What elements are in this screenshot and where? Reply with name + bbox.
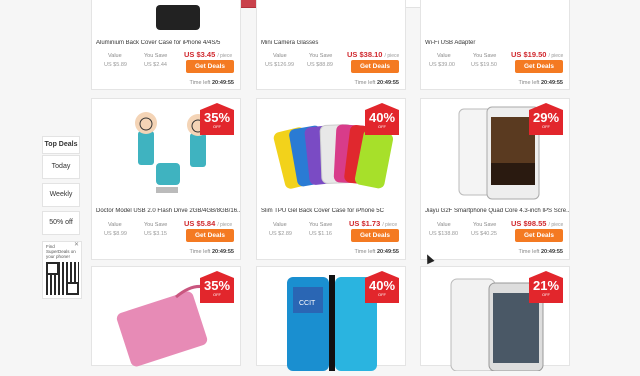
save-label: You Save xyxy=(144,53,168,59)
value-label: Value xyxy=(108,222,122,228)
qr-code xyxy=(46,262,79,295)
get-deals-button[interactable]: Get Deals xyxy=(351,229,399,242)
save-amount: US $40.25 xyxy=(471,231,497,237)
sidebar-item-weekly[interactable]: Weekly xyxy=(42,183,80,207)
time-left: Time left 20:49:55 xyxy=(189,249,234,255)
save-label: You Save xyxy=(144,222,168,228)
value-amount: US $8.99 xyxy=(104,231,127,237)
save-amount: US $88.89 xyxy=(307,62,333,68)
value-label: Value xyxy=(273,222,287,228)
deal-card[interactable]: CCIT 40% OFF xyxy=(256,266,406,371)
deal-price: US $98.55 / piece xyxy=(511,219,564,228)
value-label: Value xyxy=(108,53,122,59)
qr-promo-text: Find SuperDeals on your phone! xyxy=(46,244,76,259)
deal-card[interactable]: Wi-Fi USB Adapter Value You Save US $39.… xyxy=(420,0,570,90)
value-label: Value xyxy=(273,53,287,59)
get-deals-button[interactable]: Get Deals xyxy=(515,60,563,73)
deal-card[interactable]: 40% OFF Slim TPU Gel Back Cover Case for … xyxy=(256,98,406,260)
value-amount: US $126.99 xyxy=(265,62,295,68)
sidebar-item-today[interactable]: Today xyxy=(42,155,80,179)
value-amount: US $2.89 xyxy=(269,231,292,237)
deal-price: US $5.84 / piece xyxy=(184,219,233,228)
time-left: Time left 20:49:55 xyxy=(518,249,563,255)
value-amount: US $138.80 xyxy=(429,231,459,237)
time-left: Time left 20:49:55 xyxy=(354,249,399,255)
product-title[interactable]: Doctor Model USB 2.0 Flash Drive 2GB/4GB… xyxy=(96,208,240,214)
value-label: Value xyxy=(437,53,451,59)
sidebar-item-50-off[interactable]: 50% off xyxy=(42,211,80,235)
deal-card[interactable]: 35% OFF xyxy=(91,266,241,367)
value-label: Value xyxy=(437,222,451,228)
deal-card[interactable]: Aluminium Back Cover Case for iPhone 4/4… xyxy=(91,0,241,90)
save-label: You Save xyxy=(309,53,333,59)
get-deals-button[interactable]: Get Deals xyxy=(351,60,399,73)
time-left: Time left 20:49:55 xyxy=(189,80,234,86)
deal-price: US $19.50 / piece xyxy=(511,50,564,59)
save-amount: US $1.16 xyxy=(309,231,332,237)
deal-card[interactable]: 29% OFF Jiayu G2F Smartphone Quad Core 4.… xyxy=(420,98,570,260)
product-title[interactable]: Slim TPU Gel Back Cover Case for iPhone … xyxy=(261,208,405,214)
qr-promo: Find SuperDeals on your phone! ✕ xyxy=(42,241,82,299)
deal-price: US $1.73 / piece xyxy=(349,219,398,228)
deal-price: US $3.45 / piece xyxy=(184,50,233,59)
get-deals-button[interactable]: Get Deals xyxy=(515,229,563,242)
save-amount: US $2.44 xyxy=(144,62,167,68)
product-title[interactable]: Mini Camera Glasses xyxy=(261,40,405,46)
deal-card[interactable]: 21% OFF xyxy=(420,266,570,372)
time-left: Time left 20:49:55 xyxy=(518,80,563,86)
save-label: You Save xyxy=(473,222,497,228)
save-amount: US $19.50 xyxy=(471,62,497,68)
value-amount: US $5.89 xyxy=(104,62,127,68)
save-label: You Save xyxy=(309,222,333,228)
deal-card[interactable]: 35% OFF Doctor Model USB 2.0 Flash Drive … xyxy=(91,98,241,260)
top-deals-title: Top Deals xyxy=(42,136,80,154)
deal-price: US $38.10 / piece xyxy=(347,50,400,59)
time-left: Time left 20:49:55 xyxy=(354,80,399,86)
save-label: You Save xyxy=(473,53,497,59)
product-title[interactable]: Aluminium Back Cover Case for iPhone 4/4… xyxy=(96,40,240,46)
close-icon[interactable]: ✕ xyxy=(74,242,79,248)
product-title[interactable]: Wi-Fi USB Adapter xyxy=(425,40,569,46)
get-deals-button[interactable]: Get Deals xyxy=(186,60,234,73)
phone-screen-text: CCIT xyxy=(299,300,316,307)
product-title[interactable]: Jiayu G2F Smartphone Quad Core 4.3-inch … xyxy=(425,208,569,214)
get-deals-button[interactable]: Get Deals xyxy=(186,229,234,242)
deal-card[interactable]: Mini Camera Glasses Value You Save US $1… xyxy=(256,0,406,90)
value-amount: US $39.00 xyxy=(429,62,455,68)
save-amount: US $3.15 xyxy=(144,231,167,237)
